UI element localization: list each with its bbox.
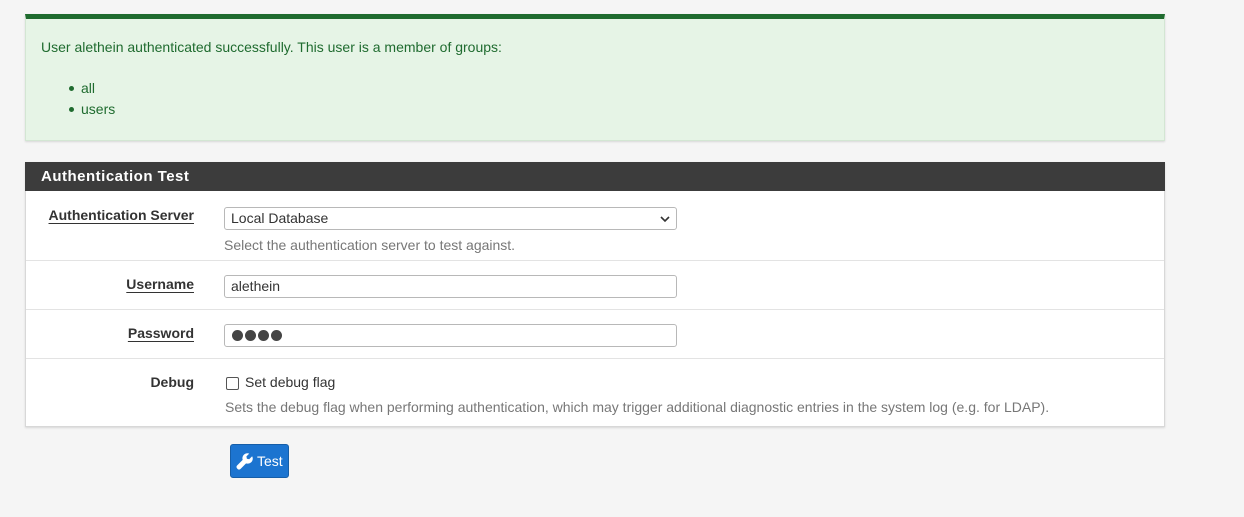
auth-server-help: Select the authentication server to test…	[224, 237, 516, 253]
test-button-label: Test	[257, 453, 283, 469]
debug-row: Debug Set debug flag Sets the debug flag…	[26, 359, 1164, 426]
debug-label: Debug	[150, 374, 194, 390]
username-row: Username alethein	[26, 261, 1164, 310]
bullet-icon	[69, 107, 74, 112]
list-item: users	[69, 99, 115, 120]
auth-test-panel: Authentication Test Authentication Serve…	[25, 162, 1165, 427]
success-alert: User alethein authenticated successfully…	[25, 14, 1165, 141]
auth-server-row: Authentication Server Local Database Sel…	[26, 191, 1164, 261]
bullet-icon	[69, 86, 74, 91]
password-dot	[271, 330, 282, 341]
test-button[interactable]: Test	[230, 444, 289, 478]
auth-server-select[interactable]: Local Database	[224, 207, 677, 230]
password-label: Password	[127, 325, 194, 341]
password-dot	[245, 330, 256, 341]
password-dot	[232, 330, 243, 341]
password-mask	[232, 330, 282, 341]
group-list: all users	[69, 78, 115, 120]
username-label: Username	[126, 276, 194, 292]
wrench-icon	[236, 452, 253, 470]
auth-server-label: Authentication Server	[48, 207, 194, 223]
debug-checkbox-label[interactable]: Set debug flag	[245, 374, 335, 390]
chevron-down-icon	[660, 216, 670, 223]
password-row: Password	[26, 310, 1164, 359]
panel-title: Authentication Test	[25, 162, 1165, 191]
debug-help: Sets the debug flag when performing auth…	[225, 399, 1050, 415]
debug-checkbox[interactable]	[226, 377, 239, 390]
list-item: all	[69, 78, 115, 99]
username-input[interactable]: alethein	[224, 275, 677, 298]
password-input[interactable]	[224, 324, 677, 347]
alert-message: User alethein authenticated successfully…	[41, 39, 502, 55]
password-dot	[258, 330, 269, 341]
